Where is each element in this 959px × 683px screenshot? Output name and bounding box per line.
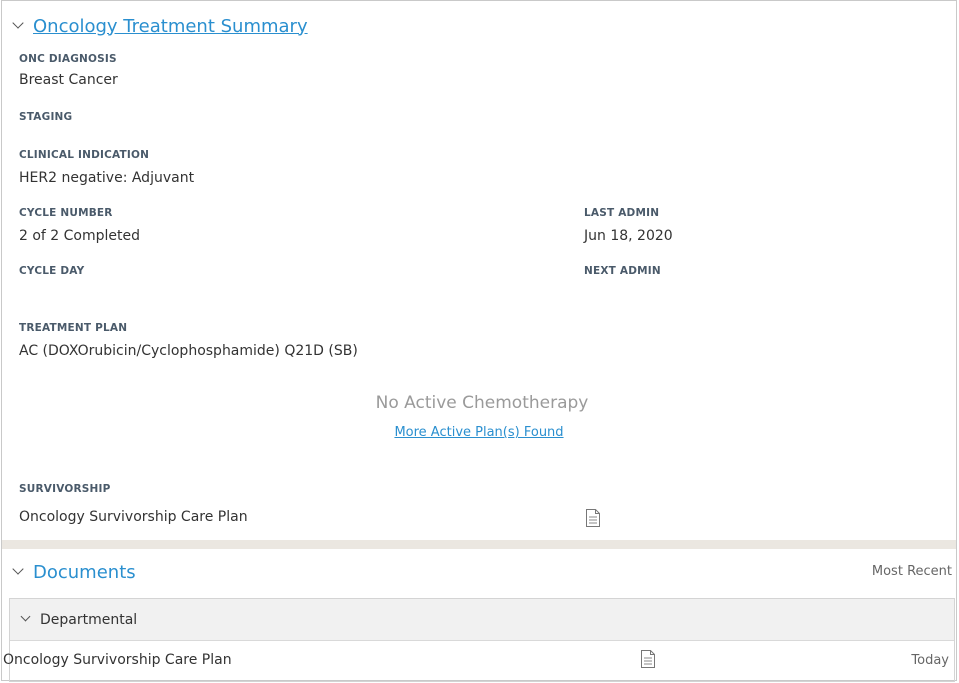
- document-icon[interactable]: [586, 509, 600, 527]
- cycle-number-label: CYCLE NUMBER: [19, 207, 113, 219]
- last-admin-label: LAST ADMIN: [584, 207, 660, 219]
- cycle-day-label: CYCLE DAY: [19, 265, 85, 277]
- treatment-plan-label: TREATMENT PLAN: [19, 322, 128, 334]
- document-icon[interactable]: [641, 650, 655, 668]
- more-active-plans-link[interactable]: More Active Plan(s) Found: [2, 425, 956, 440]
- sort-most-recent[interactable]: Most Recent: [872, 564, 952, 579]
- last-admin-value: Jun 18, 2020: [584, 228, 673, 244]
- documents-header[interactable]: Documents: [12, 560, 136, 584]
- clinical-indication-label: CLINICAL INDICATION: [19, 149, 150, 161]
- documents-group-departmental: Departmental Oncology Survivorship Care …: [3, 598, 955, 683]
- no-active-chemo-message: No Active Chemotherapy: [375, 393, 589, 413]
- oncology-summary-title[interactable]: Oncology Treatment Summary: [33, 16, 308, 37]
- document-name[interactable]: Oncology Survivorship Care Plan: [3, 652, 232, 668]
- document-row[interactable]: Oncology Survivorship Care Plan Today: [3, 641, 954, 683]
- chevron-down-icon[interactable]: [12, 17, 24, 29]
- clinical-summary-panel: Oncology Treatment Summary ONC DIAGNOSIS…: [1, 0, 957, 683]
- group-header-departmental[interactable]: Departmental: [10, 599, 954, 641]
- next-admin-label: NEXT ADMIN: [584, 265, 661, 277]
- survivorship-value: Oncology Survivorship Care Plan: [19, 509, 248, 525]
- document-date: Today: [911, 653, 949, 668]
- group-label: Departmental: [40, 611, 138, 628]
- clinical-indication-value: HER2 negative: Adjuvant: [19, 170, 195, 186]
- onc-diagnosis-label: ONC DIAGNOSIS: [19, 53, 117, 65]
- documents-title[interactable]: Documents: [33, 562, 136, 583]
- survivorship-label: SURVIVORSHIP: [19, 483, 111, 495]
- onc-diagnosis-value: Breast Cancer: [19, 72, 118, 88]
- staging-label: STAGING: [19, 111, 73, 123]
- cycle-number-value: 2 of 2 Completed: [19, 228, 141, 244]
- treatment-plan-value: AC (DOXOrubicin/Cyclophosphamide) Q21D (…: [19, 343, 358, 359]
- oncology-summary-header[interactable]: Oncology Treatment Summary: [12, 14, 308, 38]
- chevron-down-icon[interactable]: [20, 611, 31, 622]
- section-divider: [2, 540, 956, 549]
- chevron-down-icon[interactable]: [12, 563, 24, 575]
